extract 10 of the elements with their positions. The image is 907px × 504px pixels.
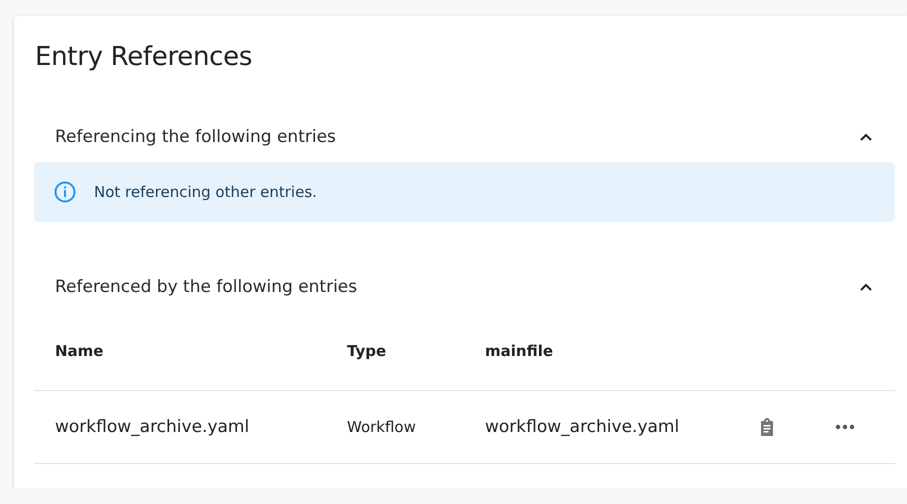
page-title: Entry References [35, 42, 254, 72]
table-cell-text: workflow_archive.yaml [55, 417, 250, 437]
table-cell-text: workflow_archive.yaml [485, 417, 680, 437]
table-cell-text: Workflow [347, 418, 417, 436]
column-header: Name [55, 342, 104, 360]
info-message: Not referencing other entries. [94, 183, 317, 201]
column-header: mainfile [485, 342, 554, 360]
section-heading: Referenced by the following entries [55, 277, 358, 297]
column-header: Type [347, 342, 388, 360]
section-heading: Referencing the following entries [55, 127, 336, 147]
